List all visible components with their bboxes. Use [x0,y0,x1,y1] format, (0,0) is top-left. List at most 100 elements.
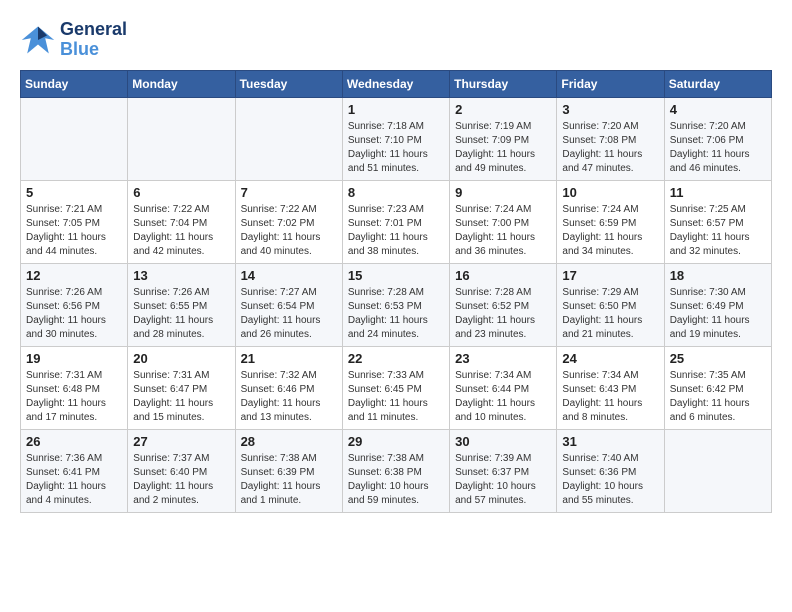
calendar-day-cell: 21 Sunrise: 7:32 AM Sunset: 6:46 PM Dayli… [235,346,342,429]
calendar-day-cell: 5 Sunrise: 7:21 AM Sunset: 7:05 PM Daylig… [21,180,128,263]
day-number: 2 [455,102,551,117]
calendar-week-row: 12Sunrise: 7:26 AM Sunset: 6:56 PM Dayli… [21,263,772,346]
day-number: 28 [241,434,337,449]
day-number: 23 [455,351,551,366]
calendar-day-cell: 17 Sunrise: 7:29 AM Sunset: 6:50 PM Dayli… [557,263,664,346]
calendar-week-row: 19 Sunrise: 7:31 AM Sunset: 6:48 PM Dayli… [21,346,772,429]
day-info: Sunrise: 7:20 AM Sunset: 7:08 PM Dayligh… [562,120,658,176]
calendar-week-row: 1Sunrise: 7:18 AM Sunset: 7:10 PM Daylig… [21,97,772,180]
logo-icon [20,22,56,58]
day-number: 25 [670,351,766,366]
day-info: Sunrise: 7:26 AM Sunset: 6:55 PM Dayligh… [133,286,229,342]
day-number: 14 [241,268,337,283]
weekday-header: Sunday [21,70,128,97]
day-number: 3 [562,102,658,117]
day-number: 11 [670,185,766,200]
calendar-day-cell: 2 Sunrise: 7:19 AM Sunset: 7:09 PM Daylig… [450,97,557,180]
calendar-day-cell: 4 Sunrise: 7:20 AM Sunset: 7:06 PM Daylig… [664,97,771,180]
calendar-day-cell: 23 Sunrise: 7:34 AM Sunset: 6:44 PM Dayli… [450,346,557,429]
day-number: 9 [455,185,551,200]
calendar-day-cell: 3 Sunrise: 7:20 AM Sunset: 7:08 PM Daylig… [557,97,664,180]
day-number: 10 [562,185,658,200]
calendar-day-cell: 20Sunrise: 7:31 AM Sunset: 6:47 PM Dayli… [128,346,235,429]
day-info: Sunrise: 7:29 AM Sunset: 6:50 PM Dayligh… [562,286,658,342]
empty-cell [128,97,235,180]
day-info: Sunrise: 7:34 AM Sunset: 6:43 PM Dayligh… [562,369,658,425]
calendar-week-row: 26 Sunrise: 7:36 AM Sunset: 6:41 PM Dayli… [21,429,772,512]
calendar-table: SundayMondayTuesdayWednesdayThursdayFrid… [20,70,772,513]
weekday-header: Thursday [450,70,557,97]
day-number: 30 [455,434,551,449]
calendar-day-cell: 22Sunrise: 7:33 AM Sunset: 6:45 PM Dayli… [342,346,449,429]
day-info: Sunrise: 7:18 AM Sunset: 7:10 PM Dayligh… [348,120,444,176]
day-number: 27 [133,434,229,449]
day-number: 15 [348,268,444,283]
calendar-day-cell: 8Sunrise: 7:23 AM Sunset: 7:01 PM Daylig… [342,180,449,263]
calendar-day-cell: 19 Sunrise: 7:31 AM Sunset: 6:48 PM Dayli… [21,346,128,429]
day-info: Sunrise: 7:26 AM Sunset: 6:56 PM Dayligh… [26,286,122,342]
day-info: Sunrise: 7:21 AM Sunset: 7:05 PM Dayligh… [26,203,122,259]
day-info: Sunrise: 7:37 AM Sunset: 6:40 PM Dayligh… [133,452,229,508]
day-info: Sunrise: 7:32 AM Sunset: 6:46 PM Dayligh… [241,369,337,425]
day-info: Sunrise: 7:31 AM Sunset: 6:48 PM Dayligh… [26,369,122,425]
day-info: Sunrise: 7:27 AM Sunset: 6:54 PM Dayligh… [241,286,337,342]
calendar-day-cell: 29Sunrise: 7:38 AM Sunset: 6:38 PM Dayli… [342,429,449,512]
weekday-header: Friday [557,70,664,97]
day-info: Sunrise: 7:36 AM Sunset: 6:41 PM Dayligh… [26,452,122,508]
day-info: Sunrise: 7:22 AM Sunset: 7:02 PM Dayligh… [241,203,337,259]
day-number: 7 [241,185,337,200]
day-number: 26 [26,434,122,449]
day-info: Sunrise: 7:33 AM Sunset: 6:45 PM Dayligh… [348,369,444,425]
calendar-day-cell: 25 Sunrise: 7:35 AM Sunset: 6:42 PM Dayli… [664,346,771,429]
day-info: Sunrise: 7:40 AM Sunset: 6:36 PM Dayligh… [562,452,658,508]
calendar-day-cell: 6Sunrise: 7:22 AM Sunset: 7:04 PM Daylig… [128,180,235,263]
day-number: 19 [26,351,122,366]
calendar-day-cell: 1Sunrise: 7:18 AM Sunset: 7:10 PM Daylig… [342,97,449,180]
weekday-header: Tuesday [235,70,342,97]
day-info: Sunrise: 7:39 AM Sunset: 6:37 PM Dayligh… [455,452,551,508]
day-number: 6 [133,185,229,200]
calendar-day-cell: 16 Sunrise: 7:28 AM Sunset: 6:52 PM Dayli… [450,263,557,346]
calendar-week-row: 5 Sunrise: 7:21 AM Sunset: 7:05 PM Daylig… [21,180,772,263]
day-number: 4 [670,102,766,117]
day-info: Sunrise: 7:35 AM Sunset: 6:42 PM Dayligh… [670,369,766,425]
day-info: Sunrise: 7:24 AM Sunset: 6:59 PM Dayligh… [562,203,658,259]
day-number: 16 [455,268,551,283]
day-info: Sunrise: 7:24 AM Sunset: 7:00 PM Dayligh… [455,203,551,259]
day-info: Sunrise: 7:31 AM Sunset: 6:47 PM Dayligh… [133,369,229,425]
calendar-day-cell: 30 Sunrise: 7:39 AM Sunset: 6:37 PM Dayli… [450,429,557,512]
day-number: 18 [670,268,766,283]
day-info: Sunrise: 7:30 AM Sunset: 6:49 PM Dayligh… [670,286,766,342]
calendar-day-cell: 11 Sunrise: 7:25 AM Sunset: 6:57 PM Dayli… [664,180,771,263]
day-number: 13 [133,268,229,283]
calendar-day-cell: 14 Sunrise: 7:27 AM Sunset: 6:54 PM Dayli… [235,263,342,346]
day-number: 17 [562,268,658,283]
calendar-day-cell: 10 Sunrise: 7:24 AM Sunset: 6:59 PM Dayli… [557,180,664,263]
empty-cell [21,97,128,180]
day-number: 31 [562,434,658,449]
day-info: Sunrise: 7:38 AM Sunset: 6:39 PM Dayligh… [241,452,337,508]
day-info: Sunrise: 7:19 AM Sunset: 7:09 PM Dayligh… [455,120,551,176]
day-info: Sunrise: 7:20 AM Sunset: 7:06 PM Dayligh… [670,120,766,176]
calendar-day-cell: 27 Sunrise: 7:37 AM Sunset: 6:40 PM Dayli… [128,429,235,512]
day-number: 29 [348,434,444,449]
day-number: 8 [348,185,444,200]
day-info: Sunrise: 7:28 AM Sunset: 6:53 PM Dayligh… [348,286,444,342]
day-number: 5 [26,185,122,200]
empty-cell [235,97,342,180]
calendar-day-cell: 18 Sunrise: 7:30 AM Sunset: 6:49 PM Dayli… [664,263,771,346]
day-number: 21 [241,351,337,366]
calendar-day-cell: 31 Sunrise: 7:40 AM Sunset: 6:36 PM Dayli… [557,429,664,512]
calendar-day-cell: 15 Sunrise: 7:28 AM Sunset: 6:53 PM Dayli… [342,263,449,346]
day-info: Sunrise: 7:28 AM Sunset: 6:52 PM Dayligh… [455,286,551,342]
calendar-day-cell: 24 Sunrise: 7:34 AM Sunset: 6:43 PM Dayli… [557,346,664,429]
calendar-day-cell: 12Sunrise: 7:26 AM Sunset: 6:56 PM Dayli… [21,263,128,346]
weekday-header: Saturday [664,70,771,97]
day-info: Sunrise: 7:25 AM Sunset: 6:57 PM Dayligh… [670,203,766,259]
page-header: General Blue [20,20,772,60]
logo: General Blue [20,20,127,60]
day-number: 24 [562,351,658,366]
weekday-header: Wednesday [342,70,449,97]
calendar-day-cell: 26 Sunrise: 7:36 AM Sunset: 6:41 PM Dayli… [21,429,128,512]
day-info: Sunrise: 7:34 AM Sunset: 6:44 PM Dayligh… [455,369,551,425]
